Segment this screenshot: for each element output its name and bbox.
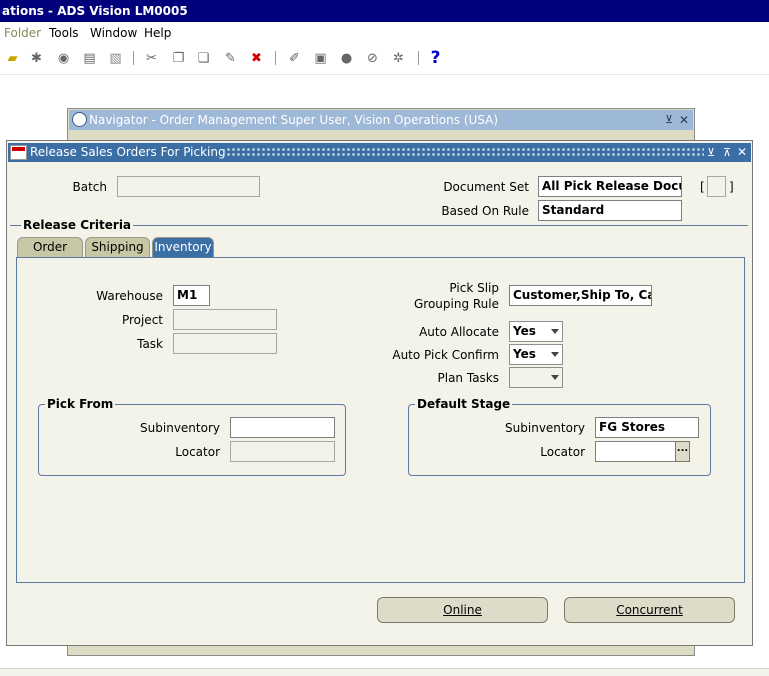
print-icon[interactable]: ▤	[81, 50, 98, 67]
zoom-icon[interactable]: ◉	[55, 50, 72, 67]
default-stage-group	[408, 404, 711, 476]
menu-tools[interactable]: Tools	[49, 26, 79, 40]
pick-slip-grouping-rule-field[interactable]: Customer,Ship To, Ca	[509, 285, 652, 306]
save-icon[interactable]: ▧	[107, 50, 124, 67]
document-set-field[interactable]: All Pick Release Docu	[538, 176, 682, 197]
plan-tasks-select[interactable]	[509, 367, 563, 388]
bracket-left: [	[700, 180, 705, 194]
clear-record-icon[interactable]: ✖	[248, 50, 265, 67]
auto-allocate-label: Auto Allocate	[419, 325, 499, 339]
help-icon[interactable]: ?	[427, 50, 444, 67]
project-field[interactable]	[173, 309, 277, 330]
concurrent-button[interactable]: Concurrent	[564, 597, 735, 623]
navigator-title: Navigator - Order Management Super User,…	[89, 113, 499, 127]
pick-from-subinventory-label: Subinventory	[140, 421, 220, 435]
cut-icon[interactable]: ✂	[143, 50, 160, 67]
release-window-title: Release Sales Orders For Picking	[30, 145, 226, 159]
project-label: Project	[121, 313, 163, 327]
auto-pick-confirm-value: Yes	[513, 347, 536, 361]
menu-help[interactable]: Help	[144, 26, 171, 40]
default-stage-title: Default Stage	[415, 397, 513, 411]
online-button[interactable]: Online	[377, 597, 548, 623]
close-icon[interactable]: ✕	[679, 110, 689, 130]
plan-tasks-label: Plan Tasks	[437, 371, 500, 385]
paste-icon[interactable]: ❏	[195, 50, 212, 67]
descriptive-flexfield[interactable]	[707, 176, 726, 197]
task-label: Task	[137, 337, 163, 351]
chevron-down-icon	[551, 375, 559, 380]
folder-tools-icon[interactable]: ✲	[390, 50, 407, 67]
pick-slip-label-line1: Pick Slip	[449, 281, 499, 295]
toolbar-separator	[275, 51, 276, 65]
close-icon[interactable]: ✕	[737, 143, 747, 162]
default-stage-locator-field[interactable]	[595, 441, 676, 462]
pick-from-title: Pick From	[45, 397, 116, 411]
warehouse-field[interactable]: M1	[173, 285, 210, 306]
oracle-app-icon	[10, 145, 27, 160]
tab-inventory[interactable]: Inventory	[152, 237, 214, 257]
app-title-bar: ations - ADS Vision LM0005	[0, 0, 769, 22]
pick-from-subinventory-field[interactable]	[230, 417, 335, 438]
app-title: ations - ADS Vision LM0005	[2, 4, 188, 18]
title-bar-texture	[226, 147, 704, 158]
auto-allocate-value: Yes	[513, 324, 536, 338]
bracket-right: ]	[729, 180, 734, 194]
concurrent-button-label: Concurrent	[616, 603, 683, 617]
oracle-globe-icon	[72, 112, 87, 127]
translate-icon[interactable]: ▣	[312, 50, 329, 67]
document-set-label: Document Set	[443, 180, 529, 194]
list-of-values-button[interactable]: ...	[675, 441, 690, 462]
batch-label: Batch	[72, 180, 108, 194]
pick-from-locator-label: Locator	[175, 445, 220, 459]
menu-window[interactable]: Window	[90, 26, 137, 40]
batch-field[interactable]	[117, 176, 260, 197]
menu-bar: Folder Tools Window Help	[0, 22, 769, 44]
default-stage-subinventory-label: Subinventory	[505, 421, 585, 435]
tab-order[interactable]: Order	[17, 237, 83, 257]
toolbar-separator	[418, 51, 419, 65]
globe-icon[interactable]: ●	[338, 50, 355, 67]
navigator-title-bar[interactable]: Navigator - Order Management Super User,…	[69, 110, 693, 130]
tab-shipping[interactable]: Shipping	[85, 237, 150, 257]
auto-pick-confirm-label: Auto Pick Confirm	[392, 348, 499, 362]
minimize-icon[interactable]: ⊻	[707, 143, 715, 162]
auto-pick-confirm-select[interactable]: Yes	[509, 344, 563, 365]
chevron-down-icon	[551, 352, 559, 357]
default-stage-locator-label: Locator	[540, 445, 585, 459]
pick-from-locator-field[interactable]	[230, 441, 335, 462]
paperclip-icon[interactable]: ⊘	[364, 50, 381, 67]
release-criteria-title: Release Criteria	[21, 218, 134, 232]
task-field[interactable]	[173, 333, 277, 354]
navigate-icon[interactable]: ✱	[28, 50, 45, 67]
toolbar: ▰ ✱ ◉ ▤ ▧ ✂ ❐ ❏ ✎ ✖ ✐ ▣ ● ⊘ ✲ ?	[0, 44, 769, 75]
pick-slip-label-line2: Grouping Rule	[413, 297, 499, 311]
based-on-rule-field[interactable]: Standard	[538, 200, 682, 221]
online-button-label: Online	[443, 603, 482, 617]
chevron-down-icon	[551, 329, 559, 334]
warehouse-label: Warehouse	[96, 289, 163, 303]
maximize-icon[interactable]: ⊼	[723, 143, 731, 162]
attach-icon[interactable]: ✐	[286, 50, 303, 67]
menu-folder[interactable]: Folder	[4, 26, 41, 40]
auto-allocate-select[interactable]: Yes	[509, 321, 563, 342]
default-stage-subinventory-field[interactable]: FG Stores	[595, 417, 699, 438]
based-on-rule-label: Based On Rule	[441, 204, 529, 218]
edit-icon[interactable]: ✎	[222, 50, 239, 67]
minimize-icon[interactable]: ⊻	[665, 110, 673, 130]
pick-from-group	[38, 404, 346, 476]
toolbar-separator	[133, 51, 134, 65]
copy-icon[interactable]: ❐	[170, 50, 187, 67]
open-folder-icon[interactable]: ▰	[4, 50, 21, 67]
